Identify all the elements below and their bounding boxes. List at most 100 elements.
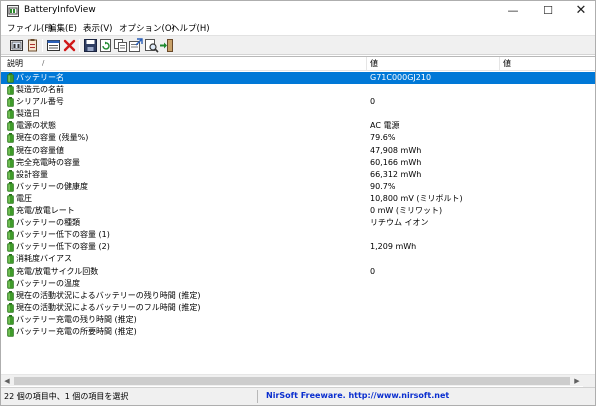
cell-value: AC 電源 <box>370 121 400 131</box>
column-header-description-label: 説明 <box>7 59 23 68</box>
list-item[interactable]: バッテリーの温度 <box>1 278 595 290</box>
sort-indicator: / <box>42 59 45 67</box>
list-item[interactable]: 電源の状態 AC 電源 <box>1 120 595 132</box>
cell-description: バッテリー名 <box>16 73 64 82</box>
list-item[interactable]: バッテリーの種類 リチウム イオン <box>1 217 595 229</box>
cell-value: 47,908 mWh <box>370 145 422 155</box>
battery-icon <box>7 109 14 120</box>
battery-icon <box>7 266 14 277</box>
battery-icon <box>7 73 14 83</box>
battery-icon <box>7 193 14 204</box>
battery-icon <box>7 181 14 192</box>
menu-help[interactable]: ヘルプ(H) <box>171 22 210 34</box>
list-item[interactable]: 現在の活動状況によるバッテリーの残り時間 (推定) <box>1 290 595 302</box>
list-item[interactable]: 製造日 <box>1 108 595 120</box>
cell-description: バッテリー低下の容量 (2) <box>16 242 110 252</box>
cell-description: バッテリー低下の容量 (1) <box>16 230 110 240</box>
maximize-button[interactable]: ☐ <box>532 1 564 21</box>
scroll-thumb[interactable] <box>14 377 570 385</box>
cell-description: 充電/放電サイクル回数 <box>16 266 99 276</box>
cell-description: シリアル番号 <box>16 97 64 107</box>
list-item[interactable]: 製造元の名前 <box>1 84 595 96</box>
menu-bar: ファイル(F) 編集(E) 表示(V) オプション(O) ヘルプ(H) <box>1 21 595 35</box>
properties-icon[interactable] <box>46 38 61 53</box>
battery-log-icon[interactable] <box>25 38 40 53</box>
scroll-left-icon[interactable]: ◀ <box>1 375 13 387</box>
list-item[interactable]: 電圧 10,800 mV (ミリボルト) <box>1 193 595 205</box>
battery-icon <box>7 278 14 289</box>
cell-value: リチウム イオン <box>370 218 429 228</box>
toolbar <box>1 35 595 55</box>
minimize-button[interactable]: — <box>497 1 529 21</box>
save-icon[interactable] <box>83 38 98 53</box>
battery-icon <box>7 326 14 337</box>
exit-icon[interactable] <box>159 38 174 53</box>
cell-value: 0 <box>370 97 376 107</box>
cell-description: 現在の容量値 <box>16 145 64 155</box>
list-item[interactable]: バッテリー低下の容量 (2) 1,209 mWh <box>1 241 595 253</box>
title-bar: BatteryInfoView — ☐ ✕ <box>1 1 595 21</box>
battery-info-list[interactable]: 説明 / 値 値 バッテリー名 G71C000GJ210 製造元の名前 シリアル番号 0… <box>1 56 595 387</box>
list-item[interactable]: 現在の容量 (残量%) 79.6% <box>1 132 595 144</box>
battery-icon <box>7 85 14 95</box>
list-item[interactable]: バッテリー低下の容量 (1) <box>1 229 595 241</box>
list-item[interactable]: 完全充電時の容量 60,166 mWh <box>1 157 595 169</box>
battery-icon <box>7 145 14 156</box>
cell-description: バッテリー充電の所要時間 (推定) <box>16 326 137 336</box>
battery-icon <box>7 218 14 228</box>
menu-view[interactable]: 表示(V) <box>83 22 112 34</box>
column-header-description[interactable]: 説明 / <box>4 57 367 71</box>
cell-value: 10,800 mV (ミリボルト) <box>370 193 463 203</box>
scroll-right-icon[interactable]: ▶ <box>571 375 583 387</box>
list-item[interactable]: 現在の容量値 47,908 mWh <box>1 145 595 157</box>
list-item[interactable]: 設計容量 66,312 mWh <box>1 169 595 181</box>
list-item[interactable]: 消耗度バイアス <box>1 253 595 265</box>
column-header-value-2[interactable]: 値 <box>500 57 595 71</box>
list-header: 説明 / 値 値 <box>1 57 595 71</box>
cell-description: 製造元の名前 <box>16 85 64 95</box>
column-header-value[interactable]: 値 <box>367 57 500 71</box>
toolbar-separator <box>42 39 43 52</box>
cell-description: 製造日 <box>16 109 40 119</box>
battery-icon <box>7 169 14 180</box>
cell-value: 90.7% <box>370 181 396 191</box>
battery-info-icon[interactable] <box>9 38 24 53</box>
battery-icon <box>7 97 14 107</box>
battery-icon <box>7 206 14 216</box>
list-item[interactable]: 現在の活動状況によるバッテリーのフル時間 (推定) <box>1 302 595 314</box>
battery-icon <box>7 230 14 241</box>
nirsoft-link[interactable]: NirSoft Freeware. http://www.nirsoft.net <box>266 391 449 400</box>
cell-description: 消耗度バイアス <box>16 254 72 264</box>
cell-value: 0 mW (ミリワット) <box>370 206 443 216</box>
menu-options[interactable]: オプション(O) <box>119 22 175 34</box>
list-item[interactable]: バッテリー充電の残り時間 (推定) <box>1 314 595 326</box>
list-item[interactable]: バッテリー充電の所要時間 (推定) <box>1 326 595 338</box>
list-rows: バッテリー名 G71C000GJ210 製造元の名前 シリアル番号 0 製造日電源の状態 A… <box>1 72 595 338</box>
cell-description: 設計容量 <box>16 169 48 179</box>
menu-edit[interactable]: 編集(E) <box>48 22 77 34</box>
list-item[interactable]: 充電/放電サイクル回数 0 <box>1 266 595 278</box>
menu-file[interactable]: ファイル(F) <box>7 22 53 34</box>
cell-description: 完全充電時の容量 <box>16 157 80 167</box>
horizontal-scrollbar[interactable]: ◀ ▶ <box>1 374 595 387</box>
close-button[interactable]: ✕ <box>565 1 596 21</box>
list-item[interactable]: 充電/放電レート 0 mW (ミリワット) <box>1 205 595 217</box>
cell-description: 電源の状態 <box>16 121 56 131</box>
copy-icon[interactable] <box>113 38 128 53</box>
toolbar-separator <box>79 39 80 52</box>
cell-description: バッテリーの種類 <box>16 218 80 228</box>
refresh-icon[interactable] <box>98 38 113 53</box>
find-icon[interactable] <box>144 38 159 53</box>
battery-icon <box>7 290 14 301</box>
window-title: BatteryInfoView <box>24 5 96 15</box>
cell-value: G71C000GJ210 <box>370 73 432 82</box>
cell-description: バッテリーの温度 <box>16 278 80 288</box>
column-header-value-2-label: 値 <box>503 59 511 68</box>
html-report-icon[interactable] <box>128 38 143 53</box>
delete-icon[interactable] <box>62 38 77 53</box>
list-item[interactable]: バッテリー名 G71C000GJ210 <box>1 72 595 85</box>
app-window: BatteryInfoView — ☐ ✕ ファイル(F) 編集(E) 表示(V… <box>0 0 596 406</box>
list-item[interactable]: バッテリーの健康度 90.7% <box>1 181 595 193</box>
list-item[interactable]: シリアル番号 0 <box>1 96 595 108</box>
cell-value: 60,166 mWh <box>370 157 422 167</box>
